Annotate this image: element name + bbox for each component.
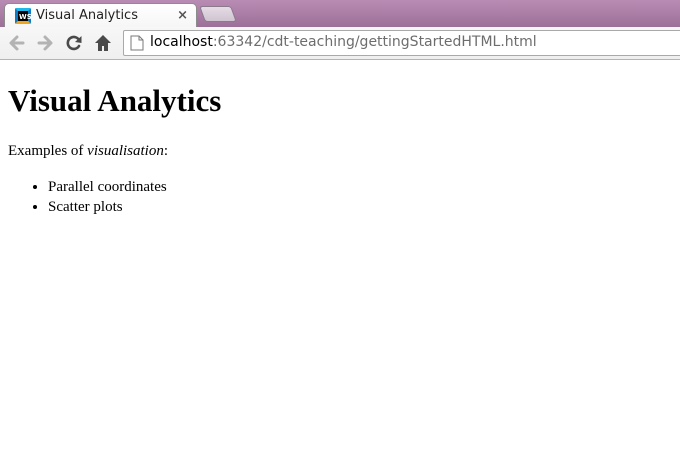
tab-title: Visual Analytics [36,8,138,23]
browser-toolbar: localhost:63342/cdt-teaching/gettingStar… [0,27,680,60]
address-bar[interactable]: localhost:63342/cdt-teaching/gettingStar… [123,30,680,56]
browser-window: WS Visual Analytics × localhost:63342/cd… [0,0,680,467]
intro-suffix: : [163,143,168,159]
examples-list: Parallel coordinates Scatter plots [8,177,167,217]
intro-prefix: Examples of [8,143,88,159]
tab-strip: WS Visual Analytics × [0,0,680,27]
url-text: localhost:63342/cdt-teaching/gettingStar… [150,34,537,50]
url-host: localhost [150,34,213,50]
svg-text:WS: WS [19,13,31,21]
page-heading: Visual Analytics [8,83,222,118]
list-item: Scatter plots [48,197,167,217]
home-icon[interactable] [93,33,113,53]
intro-emphasis: visualisation [87,143,164,159]
intro-paragraph: Examples of visualisation: [8,142,168,160]
forward-arrow-icon[interactable] [35,33,55,53]
reload-icon[interactable] [64,33,84,53]
webstorm-icon: WS [15,8,31,24]
new-tab-button[interactable] [199,6,237,22]
url-path: :63342/cdt-teaching/gettingStartedHTML.h… [212,34,537,50]
tab-visual-analytics[interactable]: WS Visual Analytics × [4,3,197,27]
page-icon [130,35,144,51]
close-tab-icon[interactable]: × [177,8,188,24]
page-content: Visual Analytics Examples of visualisati… [0,61,680,467]
back-arrow-icon[interactable] [7,33,27,53]
list-item: Parallel coordinates [48,177,167,197]
